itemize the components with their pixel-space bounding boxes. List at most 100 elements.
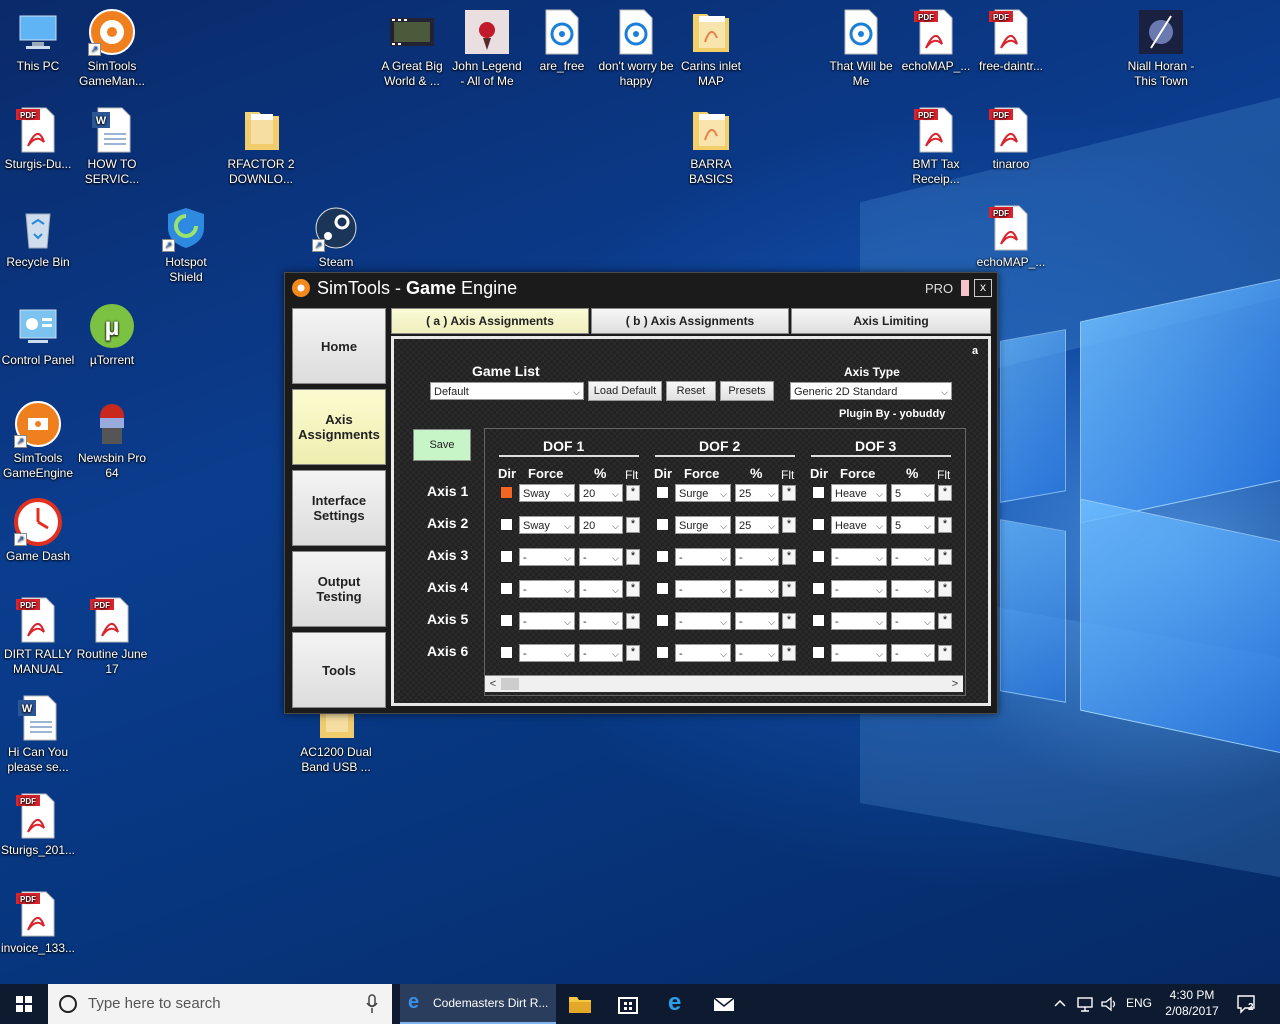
desktop-icon[interactable]: PDF echoMAP_... (898, 8, 974, 74)
filter-button[interactable]: * (782, 549, 796, 565)
close-button[interactable]: x (974, 279, 992, 297)
desktop-icon[interactable]: PDF free-daintr... (973, 8, 1049, 74)
filter-button[interactable]: * (626, 549, 640, 565)
percent-select[interactable]: 5 ⌵ (891, 484, 935, 502)
desktop-icon[interactable]: PDF Sturigs_201... (0, 792, 76, 858)
desktop-icon[interactable]: This PC (0, 8, 76, 74)
nav-home[interactable]: Home (292, 308, 386, 384)
desktop-icon[interactable]: PDF DIRT RALLY MANUAL (0, 596, 76, 677)
dir-checkbox[interactable] (812, 646, 825, 659)
desktop-icon[interactable]: BARRA BASICS (673, 106, 749, 187)
desktop-icon[interactable]: ↗ SimTools GameEngine (0, 400, 76, 481)
scrollbar-thumb[interactable] (501, 678, 519, 690)
desktop-icon[interactable]: ↗ Game Dash (0, 498, 76, 564)
force-select[interactable]: Heave ⌵ (831, 484, 887, 502)
desktop-icon[interactable]: John Legend - All of Me (449, 8, 525, 89)
desktop-icon[interactable]: PDF Routine June 17 (74, 596, 150, 677)
file-explorer-icon[interactable] (560, 984, 600, 1024)
dir-checkbox[interactable] (656, 582, 669, 595)
action-center-button[interactable]: 2 (1236, 994, 1258, 1014)
dir-checkbox[interactable] (656, 518, 669, 531)
dir-checkbox[interactable] (500, 646, 513, 659)
start-button[interactable] (0, 984, 48, 1024)
title-bar[interactable]: SimTools - Game Engine PRO x (285, 273, 997, 303)
force-select[interactable]: Sway ⌵ (519, 484, 575, 502)
filter-button[interactable]: * (938, 581, 952, 597)
horizontal-scrollbar[interactable]: < > (485, 675, 963, 692)
percent-select[interactable]: 20 ⌵ (579, 516, 623, 534)
tab-axis-assignments-a[interactable]: ( a ) Axis Assignments (391, 308, 589, 334)
dir-checkbox[interactable] (500, 518, 513, 531)
desktop-icon[interactable]: PDF echoMAP_... (973, 204, 1049, 270)
force-select[interactable]: Sway ⌵ (519, 516, 575, 534)
desktop-icon[interactable]: are_free (524, 8, 600, 74)
desktop-icon[interactable]: Carins inlet MAP (673, 8, 749, 89)
percent-select[interactable]: - ⌵ (891, 644, 935, 662)
percent-select[interactable]: - ⌵ (579, 644, 623, 662)
desktop-icon[interactable]: RFACTOR 2 DOWNLO... (223, 106, 299, 187)
desktop-icon[interactable]: ↗ SimTools GameMan... (74, 8, 150, 89)
desktop-icon[interactable]: ↗ Steam (298, 204, 374, 270)
tab-axis-assignments-b[interactable]: ( b ) Axis Assignments (591, 308, 789, 334)
filter-button[interactable]: * (938, 549, 952, 565)
game-list-select[interactable]: Default ⌵ (430, 382, 584, 400)
desktop-icon[interactable]: Control Panel (0, 302, 76, 368)
desktop-icon[interactable]: PDF BMT Tax Receip... (898, 106, 974, 187)
dir-checkbox[interactable] (656, 486, 669, 499)
force-select[interactable]: - ⌵ (675, 612, 731, 630)
dir-checkbox[interactable] (500, 614, 513, 627)
reset-button[interactable]: Reset (666, 381, 716, 401)
volume-icon[interactable] (1100, 995, 1118, 1013)
microphone-icon[interactable] (364, 993, 380, 1015)
filter-button[interactable]: * (626, 485, 640, 501)
force-select[interactable]: - ⌵ (831, 644, 887, 662)
dir-checkbox[interactable] (656, 614, 669, 627)
nav-axis-assignments[interactable]: Axis Assignments (292, 389, 386, 465)
force-select[interactable]: - ⌵ (675, 548, 731, 566)
chevron-up-icon[interactable] (1053, 997, 1067, 1011)
force-select[interactable]: - ⌵ (675, 644, 731, 662)
force-select[interactable]: Surge ⌵ (675, 484, 731, 502)
scroll-right-icon[interactable]: > (949, 676, 961, 692)
force-select[interactable]: - ⌵ (831, 612, 887, 630)
percent-select[interactable]: - ⌵ (579, 612, 623, 630)
filter-button[interactable]: * (626, 581, 640, 597)
taskbar-app-edge[interactable]: e Codemasters Dirt R... (400, 984, 556, 1024)
desktop-icon[interactable]: ↗ Hotspot Shield (148, 204, 224, 285)
percent-select[interactable]: 25 ⌵ (735, 484, 779, 502)
scroll-left-icon[interactable]: < (487, 676, 499, 692)
filter-button[interactable]: * (938, 613, 952, 629)
desktop-icon[interactable]: PDF tinaroo (973, 106, 1049, 172)
desktop-icon[interactable]: µ µTorrent (74, 302, 150, 368)
nav-interface-settings[interactable]: Interface Settings (292, 470, 386, 546)
force-select[interactable]: Surge ⌵ (675, 516, 731, 534)
desktop-icon[interactable]: W HOW TO SERVIC... (74, 106, 150, 187)
filter-button[interactable]: * (938, 645, 952, 661)
percent-select[interactable]: - ⌵ (579, 548, 623, 566)
filter-button[interactable]: * (626, 645, 640, 661)
percent-select[interactable]: 20 ⌵ (579, 484, 623, 502)
filter-button[interactable]: * (626, 613, 640, 629)
clock[interactable]: 4:30 PM 2/08/2017 (1160, 987, 1224, 1019)
dir-checkbox[interactable] (500, 486, 513, 499)
filter-button[interactable]: * (782, 517, 796, 533)
force-select[interactable]: Heave ⌵ (831, 516, 887, 534)
percent-select[interactable]: - ⌵ (891, 580, 935, 598)
axis-type-select[interactable]: Generic 2D Standard ⌵ (790, 382, 952, 400)
desktop-icon[interactable]: don't worry be happy (598, 8, 674, 89)
dir-checkbox[interactable] (656, 646, 669, 659)
desktop-icon[interactable]: A Great Big World & ... (374, 8, 450, 89)
percent-select[interactable]: - ⌵ (735, 644, 779, 662)
mail-icon[interactable] (704, 984, 744, 1024)
desktop-icon[interactable]: Recycle Bin (0, 204, 76, 270)
percent-select[interactable]: - ⌵ (735, 580, 779, 598)
force-select[interactable]: - ⌵ (519, 580, 575, 598)
filter-button[interactable]: * (938, 517, 952, 533)
percent-select[interactable]: - ⌵ (735, 612, 779, 630)
desktop-icon[interactable]: PDF invoice_133... (0, 890, 76, 956)
filter-button[interactable]: * (782, 645, 796, 661)
minimize-button[interactable] (961, 280, 969, 296)
nav-tools[interactable]: Tools (292, 632, 386, 708)
force-select[interactable]: - ⌵ (675, 580, 731, 598)
percent-select[interactable]: - ⌵ (579, 580, 623, 598)
